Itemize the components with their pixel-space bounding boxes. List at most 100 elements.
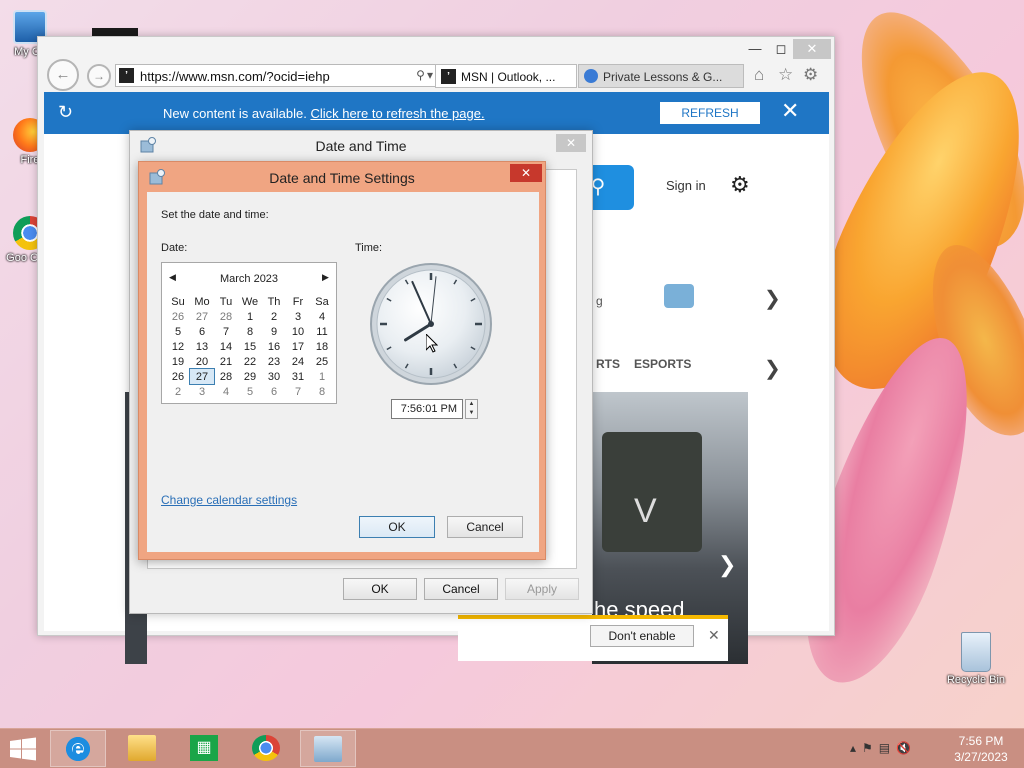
calendar-day[interactable]: 21 (214, 354, 238, 369)
calendar-day[interactable]: 14 (214, 339, 238, 354)
star-icon[interactable]: ☆ (778, 65, 793, 85)
forward-button[interactable]: → (87, 64, 111, 88)
change-calendar-settings-link[interactable]: Change calendar settings (161, 493, 297, 507)
apply-button[interactable]: Apply (505, 578, 579, 600)
show-hidden-icons-icon[interactable]: ▴ (850, 741, 862, 755)
refresh-button[interactable]: REFRESH (660, 102, 760, 124)
taskbar-internet-explorer[interactable]: e (50, 730, 106, 767)
msn-favicon-icon: ’ (441, 69, 456, 84)
spin-up-icon[interactable]: ▲ (466, 400, 477, 409)
calendar-day[interactable]: 6 (262, 384, 286, 399)
calendar-day[interactable]: 5 (166, 324, 190, 339)
address-bar[interactable]: ’ https://www.msn.com/?ocid=iehp ⚲▾🔒↻ (115, 64, 470, 87)
calendar-day[interactable]: 17 (286, 339, 310, 354)
tab-private-lessons[interactable]: Private Lessons & G... (578, 64, 744, 88)
clock-date: 3/27/2023 (954, 750, 1008, 764)
desktop-icon-recycle-bin[interactable]: Recycle Bin (945, 632, 1007, 686)
chevron-right-icon[interactable]: ❯ (718, 552, 736, 578)
weather-icon[interactable] (664, 284, 694, 308)
close-icon[interactable]: ✕ (781, 98, 799, 124)
calendar-day[interactable]: 8 (310, 384, 334, 399)
calendar-day[interactable]: 2 (262, 309, 286, 324)
nav-item-sports[interactable]: RTS (596, 357, 620, 371)
volume-muted-icon[interactable]: 🔇 (896, 741, 917, 755)
cancel-button[interactable]: Cancel (424, 578, 498, 600)
gear-icon[interactable]: ⚙ (730, 172, 750, 198)
calendar-day[interactable]: 2 (166, 384, 190, 399)
calendar-day[interactable]: 26 (166, 369, 190, 384)
weekday-header: Fr (292, 295, 304, 308)
spin-down-icon[interactable]: ▼ (466, 409, 477, 418)
calendar-day[interactable]: 20 (190, 354, 214, 369)
calendar-day[interactable]: 1 (310, 369, 334, 384)
date-time-app-icon (314, 736, 342, 762)
ok-button[interactable]: OK (343, 578, 417, 600)
close-button[interactable]: ✕ (793, 39, 831, 59)
calendar-day[interactable]: 15 (238, 339, 262, 354)
close-button[interactable]: ✕ (556, 134, 586, 152)
calendar-day[interactable]: 5 (238, 384, 262, 399)
nav-item-esports[interactable]: ESPORTS (634, 357, 691, 371)
ok-button[interactable]: OK (359, 516, 435, 538)
dont-enable-button[interactable]: Don't enable (590, 625, 694, 647)
minimize-button[interactable]: — (742, 39, 768, 59)
calendar-day[interactable]: 4 (310, 309, 334, 324)
tab-msn[interactable]: ’ MSN | Outlook, ... ✕ (435, 64, 600, 88)
time-field[interactable]: 7:56:01 PM (391, 399, 463, 419)
nav-item-partial[interactable]: g (596, 294, 603, 308)
gear-icon[interactable]: ⚙ (803, 65, 818, 85)
calendar-day[interactable]: 18 (310, 339, 334, 354)
calendar-day[interactable]: 23 (262, 354, 286, 369)
next-month-icon[interactable]: ▶ (322, 272, 329, 283)
taskbar-store[interactable]: ▦ (176, 730, 232, 767)
taskbar-clock[interactable]: 7:56 PM 3/27/2023 (948, 733, 1014, 765)
action-center-flag-icon[interactable]: ⚑ (862, 741, 879, 755)
calendar-day[interactable]: 7 (286, 384, 310, 399)
calendar-day[interactable]: 29 (238, 369, 262, 384)
calendar-day[interactable]: 24 (286, 354, 310, 369)
calendar-month[interactable]: March 2023 (162, 273, 336, 285)
calendar-day[interactable]: 28 (214, 309, 238, 324)
calendar-day[interactable]: 13 (190, 339, 214, 354)
calendar-day[interactable]: 6 (190, 324, 214, 339)
back-button[interactable]: ← (47, 59, 79, 91)
chevron-right-icon[interactable]: ❯ (764, 356, 781, 381)
calendar-day[interactable]: 25 (310, 354, 334, 369)
chevron-right-icon[interactable]: ❯ (764, 286, 781, 311)
windows-start-icon[interactable] (9, 737, 37, 761)
taskbar-chrome[interactable] (238, 730, 294, 767)
calendar-day[interactable]: 27 (190, 309, 214, 324)
address-url[interactable]: https://www.msn.com/?ocid=iehp (140, 69, 330, 84)
calendar-day[interactable]: 26 (166, 309, 190, 324)
calendar-day[interactable]: 9 (262, 324, 286, 339)
calendar-day[interactable]: 4 (214, 384, 238, 399)
calendar-day[interactable]: 7 (214, 324, 238, 339)
calendar-day[interactable]: 16 (262, 339, 286, 354)
network-icon[interactable]: ▤ (879, 741, 896, 755)
search-icon[interactable]: ⚲ (416, 68, 427, 82)
home-icon[interactable]: ⌂ (754, 65, 764, 85)
calendar-day[interactable]: 22 (238, 354, 262, 369)
calendar-day[interactable]: 31 (286, 369, 310, 384)
calendar-day[interactable]: 8 (238, 324, 262, 339)
calendar-day[interactable]: 27 (189, 368, 215, 385)
taskbar-file-explorer[interactable] (114, 730, 170, 767)
calendar-day[interactable]: 11 (310, 324, 334, 339)
close-icon[interactable]: ✕ (708, 627, 720, 644)
time-spinner[interactable]: ▲ ▼ (465, 399, 478, 419)
cancel-button[interactable]: Cancel (447, 516, 523, 538)
calendar-day[interactable]: 30 (262, 369, 286, 384)
calendar-day[interactable]: 19 (166, 354, 190, 369)
maximize-button[interactable]: ◻ (768, 39, 794, 59)
taskbar-date-time[interactable] (300, 730, 356, 767)
refresh-link[interactable]: Click here to refresh the page. (310, 106, 484, 121)
calendar-day[interactable]: 28 (214, 369, 238, 384)
calendar-day[interactable]: 1 (238, 309, 262, 324)
calendar-day[interactable]: 3 (286, 309, 310, 324)
calendar-day[interactable]: 10 (286, 324, 310, 339)
sign-in-link[interactable]: Sign in (666, 178, 706, 193)
close-button[interactable]: ✕ (510, 164, 542, 182)
calendar-day[interactable]: 12 (166, 339, 190, 354)
dropdown-icon[interactable]: ▾ (427, 68, 435, 82)
calendar-day[interactable]: 3 (190, 384, 214, 399)
